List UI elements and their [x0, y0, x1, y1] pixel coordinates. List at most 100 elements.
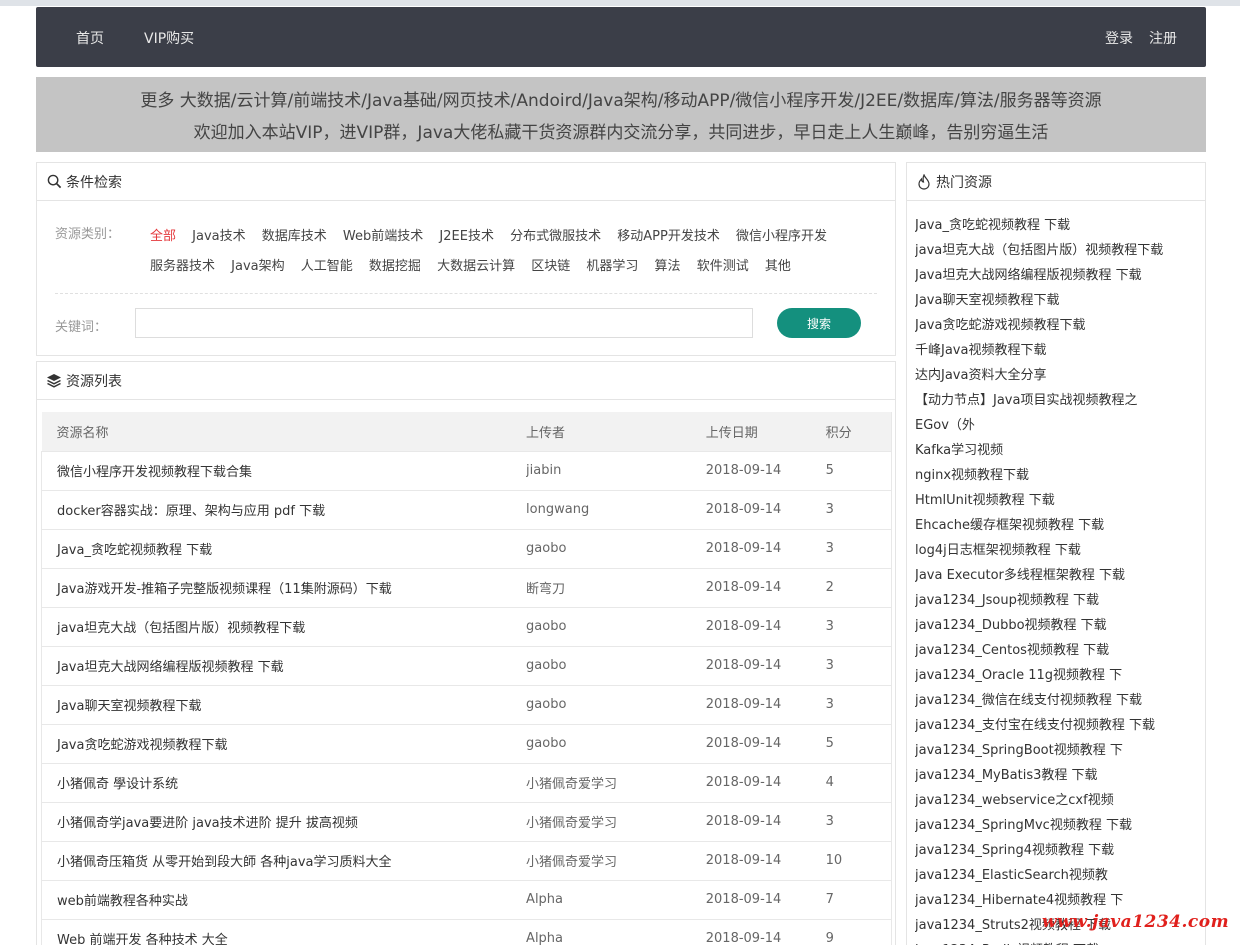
resource-name-link[interactable]: web前端教程各种实战 [41, 880, 527, 920]
hot-resource-link[interactable]: java1234_Jsoup视频教程 下载 [915, 588, 1199, 613]
category-option[interactable]: 大数据云计算 [437, 259, 515, 274]
search-button[interactable]: 搜索 [777, 308, 861, 338]
hot-resource-link[interactable]: java坦克大战（包括图片版）视频教程下载 [915, 238, 1199, 263]
hot-resource-link[interactable]: Java贪吃蛇游戏视频教程下载 [915, 313, 1199, 338]
table-row: 小猪佩奇学java要进阶 java技术进阶 提升 拔高视频 小猪佩奇爱学习 2018… [41, 802, 892, 842]
resource-list-panel: 资源列表 资源名称 上传者 上传日期 积分 微信小程序开发视频教程下载合集 jia… [36, 361, 896, 945]
hot-resource-link[interactable]: java1234_Redis视频教程 下载 [915, 938, 1199, 945]
category-option[interactable]: Web前端技术 [343, 229, 423, 244]
hot-resource-link[interactable]: Kafka学习视频 [915, 438, 1199, 463]
points-cell: 4 [825, 763, 892, 803]
uploader-cell: 小猪佩奇爱学习 [526, 763, 706, 803]
search-icon [45, 173, 63, 191]
category-option[interactable]: 服务器技术 [150, 259, 215, 274]
hot-resource-link[interactable]: HtmlUnit视频教程 下载 [915, 488, 1199, 513]
upload-date-cell: 2018-09-14 [705, 685, 826, 725]
resource-name-link[interactable]: 小猪佩奇压箱货 从零开始到段大師 各种java学习质料大全 [41, 841, 527, 881]
register-link[interactable]: 注册 [1149, 28, 1177, 48]
category-option[interactable]: J2EE技术 [439, 229, 494, 244]
hot-resource-link[interactable]: java1234_MyBatis3教程 下载 [915, 763, 1199, 788]
table-row: 微信小程序开发视频教程下载合集 jiabin 2018-09-14 5 [41, 451, 892, 491]
hot-resource-link[interactable]: java1234_webservice之cxf视频 [915, 788, 1199, 813]
points-cell: 3 [825, 685, 892, 725]
resource-name-link[interactable]: 微信小程序开发视频教程下载合集 [41, 451, 527, 491]
table-row: Web 前端开发 各种技术 大全 Alpha 2018-09-14 9 [41, 919, 892, 945]
category-list: 全部 Java技术 数据库技术 Web前端技术 J2EE技术 分布式微服技术 移… [150, 222, 890, 282]
hot-resource-link[interactable]: java1234_Spring4视频教程 下载 [915, 838, 1199, 863]
category-option[interactable]: Java架构 [231, 259, 284, 274]
resource-name-link[interactable]: Java_贪吃蛇视频教程 下载 [41, 529, 527, 569]
hot-resource-link[interactable]: Java聊天室视频教程下载 [915, 288, 1199, 313]
table-header-row: 资源名称 上传者 上传日期 积分 [41, 412, 892, 452]
table-row: Java贪吃蛇游戏视频教程下载 gaobo 2018-09-14 5 [41, 724, 892, 764]
keyword-input[interactable] [135, 308, 753, 338]
category-option[interactable]: 分布式微服技术 [510, 229, 601, 244]
category-option[interactable]: Java技术 [192, 229, 245, 244]
hot-resource-link[interactable]: Java Executor多线程框架教程 下载 [915, 563, 1199, 588]
upload-date-cell: 2018-09-14 [705, 724, 826, 764]
hot-resource-link[interactable]: java1234_SpringBoot视频教程 下 [915, 738, 1199, 763]
promo-banner: 更多 大数据/云计算/前端技术/Java基础/网页技术/Andoird/Java… [36, 77, 1206, 152]
category-option[interactable]: 数据挖掘 [369, 259, 421, 274]
category-option[interactable]: 算法 [655, 259, 681, 274]
hot-resource-link[interactable]: java1234_支付宝在线支付视频教程 下载 [915, 713, 1199, 738]
hot-resource-link[interactable]: java1234_微信在线支付视频教程 下载 [915, 688, 1199, 713]
filter-divider [55, 293, 877, 294]
hot-resource-link[interactable]: nginx视频教程下载 [915, 463, 1199, 488]
nav-home-link[interactable]: 首页 [76, 28, 104, 48]
hot-resource-link[interactable]: java1234_Hibernate4视频教程 下 [915, 888, 1199, 913]
upload-date-cell: 2018-09-14 [705, 919, 826, 945]
column-header-points: 积分 [825, 412, 892, 452]
resource-name-link[interactable]: Web 前端开发 各种技术 大全 [41, 919, 527, 945]
resource-name-link[interactable]: 小猪佩奇学java要进阶 java技术进阶 提升 拔高视频 [41, 802, 527, 842]
hot-resource-link[interactable]: java1234_Centos视频教程 下载 [915, 638, 1199, 663]
hot-resource-link[interactable]: java1234_Oracle 11g视频教程 下 [915, 663, 1199, 688]
hot-resource-link[interactable]: 达内Java资料大全分享 [915, 363, 1199, 388]
hot-resource-link[interactable]: log4j日志框架视频教程 下载 [915, 538, 1199, 563]
hot-resource-link[interactable]: EGov（外 [915, 413, 1199, 438]
resource-name-link[interactable]: Java贪吃蛇游戏视频教程下载 [41, 724, 527, 764]
uploader-cell: Alpha [526, 919, 706, 945]
nav-vip-link[interactable]: VIP购买 [144, 28, 194, 48]
hot-resource-link[interactable]: 【动力节点】Java项目实战视频教程之 [915, 388, 1199, 413]
category-option[interactable]: 人工智能 [301, 259, 353, 274]
points-cell: 5 [825, 724, 892, 764]
table-row: java坦克大战（包括图片版）视频教程下载 gaobo 2018-09-14 3 [41, 607, 892, 647]
points-cell: 10 [825, 841, 892, 881]
resource-name-link[interactable]: docker容器实战：原理、架构与应用 pdf 下载 [41, 490, 527, 530]
hot-resources-header: 热门资源 [907, 163, 1205, 201]
category-option[interactable]: 区块链 [531, 259, 570, 274]
category-option[interactable]: 移动APP开发技术 [617, 229, 720, 244]
category-option[interactable]: 全部 [150, 229, 176, 244]
category-option[interactable]: 数据库技术 [262, 229, 327, 244]
resource-name-link[interactable]: java坦克大战（包括图片版）视频教程下载 [41, 607, 527, 647]
hot-resource-link[interactable]: 千峰Java视频教程下载 [915, 338, 1199, 363]
resource-name-link[interactable]: 小猪佩奇 學设计系统 [41, 763, 527, 803]
login-link[interactable]: 登录 [1105, 28, 1133, 48]
category-option[interactable]: 机器学习 [586, 259, 638, 274]
uploader-cell: 小猪佩奇爱学习 [526, 841, 706, 881]
table-row: Java坦克大战网络编程版视频教程 下载 gaobo 2018-09-14 3 [41, 646, 892, 686]
hot-resource-link[interactable]: Ehcache缓存框架视频教程 下载 [915, 513, 1199, 538]
browser-top-strip [0, 0, 1240, 6]
hot-resource-link[interactable]: java1234_ElasticSearch视频教 [915, 863, 1199, 888]
resource-name-link[interactable]: Java聊天室视频教程下载 [41, 685, 527, 725]
hot-resource-link[interactable]: Java坦克大战网络编程版视频教程 下载 [915, 263, 1199, 288]
category-option[interactable]: 微信小程序开发 [736, 229, 827, 244]
keyword-label: 关键词： [55, 320, 108, 335]
column-header-date: 上传日期 [705, 412, 826, 452]
hot-resources-title: 热门资源 [936, 174, 992, 191]
category-option[interactable]: 软件测试 [697, 259, 749, 274]
hot-resource-link[interactable]: java1234_Dubbo视频教程 下载 [915, 613, 1199, 638]
upload-date-cell: 2018-09-14 [705, 646, 826, 686]
table-row: 小猪佩奇 學设计系统 小猪佩奇爱学习 2018-09-14 4 [41, 763, 892, 803]
resource-list-title: 资源列表 [66, 373, 122, 390]
category-option[interactable]: 其他 [765, 259, 791, 274]
resource-name-link[interactable]: Java坦克大战网络编程版视频教程 下载 [41, 646, 527, 686]
table-row: docker容器实战：原理、架构与应用 pdf 下载 longwang 2018-0… [41, 490, 892, 530]
resource-name-link[interactable]: Java游戏开发-推箱子完整版视频课程（11集附源码）下载 [41, 568, 527, 608]
points-cell: 2 [825, 568, 892, 608]
column-header-name: 资源名称 [41, 412, 527, 452]
hot-resource-link[interactable]: java1234_SpringMvc视频教程 下载 [915, 813, 1199, 838]
hot-resource-link[interactable]: Java_贪吃蛇视频教程 下载 [915, 213, 1199, 238]
